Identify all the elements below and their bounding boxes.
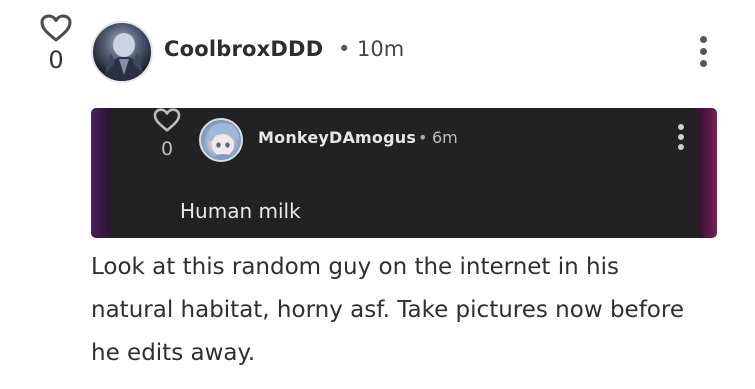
quoted-more-options-button[interactable]: [675, 124, 687, 154]
quoted-comment[interactable]: 0 MonkeyDAmogus • 6m Human milk: [91, 108, 717, 238]
quoted-username[interactable]: MonkeyDAmogus: [258, 128, 416, 147]
quoted-comment-body: 0 MonkeyDAmogus • 6m Human milk: [112, 108, 694, 238]
quoted-text: Human milk: [180, 199, 301, 223]
meta-separator: •: [338, 37, 351, 61]
comment-body: Look at this random guy on the internet …: [91, 254, 684, 366]
quoted-meta-separator: •: [418, 128, 428, 147]
timestamp: 10m: [357, 37, 405, 61]
quoted-avatar-image: [207, 123, 239, 160]
quoted-like-count: 0: [160, 138, 174, 160]
avatar[interactable]: [91, 21, 153, 83]
more-vertical-icon: [675, 124, 687, 150]
avatar-image: [103, 33, 145, 81]
username[interactable]: CoolbroxDDD: [164, 37, 323, 61]
like-control[interactable]: 0: [36, 14, 76, 72]
heart-outline-icon[interactable]: [153, 108, 181, 132]
heart-outline-icon[interactable]: [40, 14, 72, 42]
more-options-button[interactable]: [693, 36, 713, 72]
comment: 0 CoolbroxDDD • 10m 0 MonkeyDAmogus • 6m…: [0, 0, 755, 389]
more-vertical-icon: [693, 36, 713, 67]
quoted-avatar[interactable]: [199, 118, 243, 162]
quoted-timestamp: 6m: [432, 128, 458, 147]
quoted-like-control[interactable]: 0: [152, 108, 182, 159]
like-count: 0: [48, 46, 64, 74]
